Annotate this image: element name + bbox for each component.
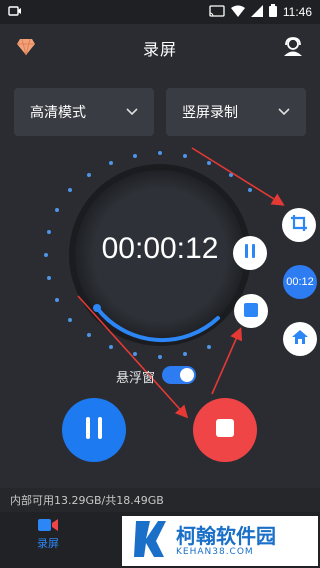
arrow-to-float-stop (211, 327, 243, 395)
float-window-toggle[interactable] (162, 366, 196, 384)
pause-button[interactable] (62, 398, 126, 462)
tab-record[interactable]: 录屏 (24, 518, 72, 551)
pause-icon (84, 416, 104, 444)
arrow-to-crop (191, 147, 285, 206)
toggle-knob (180, 368, 194, 382)
tab-record-label: 录屏 (37, 537, 59, 550)
watermark-url: KEHAN38.COM (176, 547, 254, 557)
watermark-logo (132, 519, 168, 563)
float-window-label: 悬浮窗 (116, 371, 156, 386)
stop-icon (216, 419, 234, 441)
video-camera-icon (24, 518, 72, 535)
stop-button[interactable] (193, 398, 257, 462)
watermark-title: 柯翰软件园 (176, 524, 276, 548)
annotation-arrows (77, 147, 285, 419)
storage-info: 内部可用13.29GB/共18.49GB (0, 488, 320, 512)
watermark: 柯翰软件园 KEHAN38.COM (122, 516, 318, 566)
